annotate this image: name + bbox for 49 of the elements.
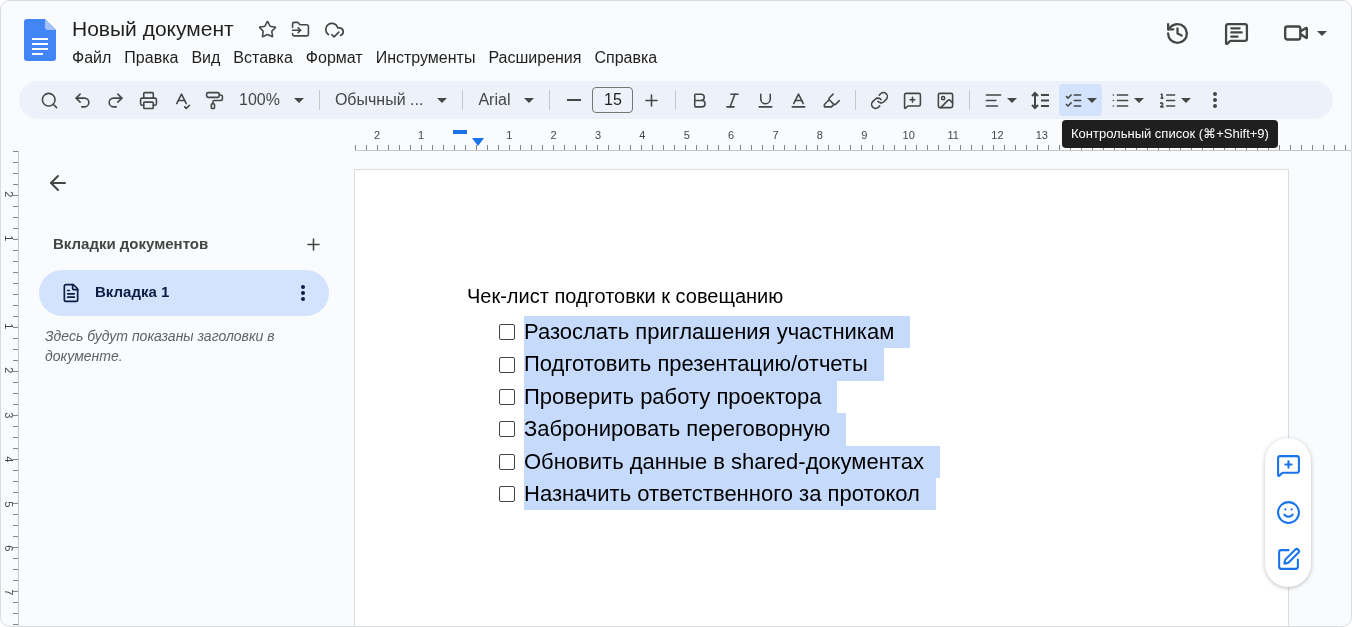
toolbar-dropdown[interactable]: Arial: [472, 86, 541, 114]
ruler-number: 2: [372, 128, 382, 143]
tab-label: Вкладка 1: [95, 282, 171, 303]
font-size-field[interactable]: 15: [592, 87, 634, 113]
ruler-number: 1: [2, 323, 17, 330]
menu-item[interactable]: Инструменты: [369, 45, 482, 71]
menu-item[interactable]: Вставка: [227, 45, 299, 71]
menu-item[interactable]: Формат: [299, 45, 369, 71]
menu-item[interactable]: Справка: [588, 45, 664, 71]
menu-item[interactable]: Расширения: [482, 45, 588, 71]
document-heading: Чек-лист подготовки к совещанию: [467, 284, 785, 309]
ruler-number: 12: [990, 128, 1005, 143]
ruler-number: 6: [2, 545, 17, 552]
ruler-number: 9: [860, 128, 869, 143]
sidebar-heading: Вкладки документов: [53, 234, 209, 254]
ruler-number: 11: [946, 128, 960, 143]
checklist-item: Обновить данные в shared-документах: [524, 445, 940, 478]
ruler-number: 4: [638, 128, 647, 143]
ruler-number: 4: [2, 456, 17, 463]
ruler-number: 7: [2, 589, 17, 596]
ruler-number: 5: [682, 128, 691, 143]
ruler-number: 7: [771, 128, 780, 143]
toolbar-dropdown[interactable]: 100%: [233, 86, 310, 114]
ruler-number: 2: [549, 128, 558, 143]
checklist-item: Забронировать переговорную: [524, 413, 847, 446]
menu-item[interactable]: Вид: [185, 45, 227, 71]
ruler-number: 2: [2, 190, 17, 198]
ruler-number: 1: [2, 234, 17, 242]
ruler-number: 1: [416, 128, 426, 143]
menu-item[interactable]: Правка: [118, 45, 185, 71]
checklist-item: Разослать приглашения участникам: [524, 316, 911, 349]
tooltip: Контрольный список (⌘+Shift+9): [1062, 120, 1278, 148]
ruler-number: 1: [505, 128, 514, 143]
ruler-number: 3: [593, 128, 603, 143]
ruler-number: 2: [2, 367, 17, 374]
toolbar-dropdown[interactable]: Обычный ...: [328, 86, 454, 114]
checklist-item: Назначить ответственного за протокол: [524, 477, 936, 511]
menu-item[interactable]: Файл: [66, 45, 118, 71]
document-tab[interactable]: Вкладка 1: [39, 269, 329, 316]
checklist-item: Проверить работу проектора: [524, 380, 838, 414]
sidebar-hint: Здесь будут показаны заголовки в документе.: [44, 326, 276, 366]
checklist-item: Подготовить презентацию/отчеты: [524, 348, 884, 381]
ruler-number: 5: [2, 500, 17, 507]
ruler-number: 3: [2, 411, 17, 419]
ruler-number: 8: [815, 128, 824, 143]
document-title[interactable]: Новый документ: [72, 17, 234, 41]
ruler-number: 10: [901, 128, 916, 143]
ruler-number: 13: [1034, 128, 1049, 143]
ruler-number: 6: [727, 128, 736, 143]
